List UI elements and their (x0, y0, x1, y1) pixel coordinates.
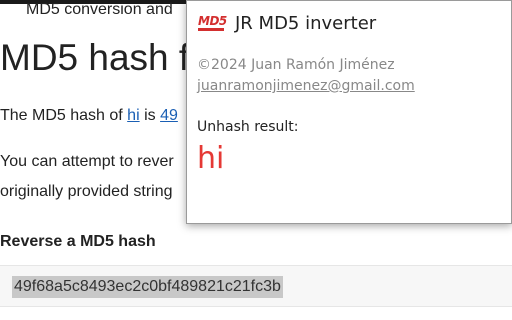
hash-input-field[interactable]: 49f68a5c8493ec2c0bf489821c21fc3b (0, 265, 512, 307)
reverse-intro-line2: originally provided string (0, 183, 173, 200)
hash-sentence-middle: is (139, 107, 161, 124)
hash-link[interactable]: 49 (160, 107, 178, 124)
logo-text: MD5 (198, 14, 227, 28)
source-string-link[interactable]: hi (127, 107, 139, 124)
popup-title: JR MD5 inverter (235, 13, 377, 34)
md5-logo-icon: MD5 (197, 14, 227, 34)
hash-sentence-prefix: The MD5 hash of (0, 107, 128, 124)
popup-header: MD5 JR MD5 inverter (197, 13, 376, 35)
page-breadcrumb: MD5 conversion and (26, 1, 173, 18)
logo-underline (198, 28, 224, 31)
page-title: MD5 hash f (0, 37, 190, 78)
author-email-link[interactable]: juanramonjimenez@gmail.com (197, 77, 415, 95)
hash-input-value[interactable]: 49f68a5c8493ec2c0bf489821c21fc3b (12, 276, 283, 298)
reverse-intro-line1: You can attempt to rever (0, 153, 174, 170)
extension-popup: MD5 JR MD5 inverter ©2024 Juan Ramón Jim… (186, 0, 512, 224)
hash-sentence: The MD5 hash of hi is 49 (0, 106, 178, 126)
copyright-text: ©2024 Juan Ramón Jiménez (197, 57, 395, 73)
unhash-result-value: hi (197, 141, 225, 176)
unhash-result-label: Unhash result: (197, 119, 299, 135)
reverse-section-heading: Reverse a MD5 hash (0, 233, 156, 250)
